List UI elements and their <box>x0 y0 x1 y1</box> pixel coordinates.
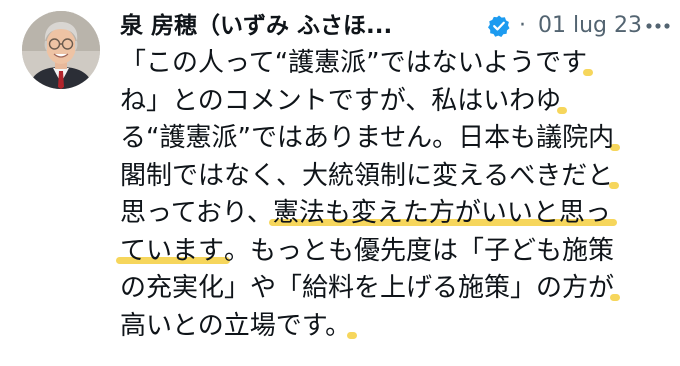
avatar[interactable] <box>22 11 100 89</box>
tweet-text-line: 「この人って“護憲派”ではないようです <box>120 45 670 83</box>
verified-badge-icon <box>488 15 510 37</box>
text-segment: 思っており、 <box>120 198 273 228</box>
tweet-text-line: 閣制ではなく、大統領制に変えるべきだと <box>120 158 670 196</box>
avatar-image <box>22 11 100 89</box>
text-segment: る“護憲派”ではありません。日本も議院内 <box>120 123 615 153</box>
more-options-icon[interactable] <box>643 13 673 39</box>
text-segment: 閣制ではなく、大統領制に変えるべきだと <box>120 160 614 191</box>
text-segment: の充実化」や「給料を上げる施策」の方が <box>120 273 615 303</box>
tweet-date[interactable]: 01 lug 23 <box>538 11 642 41</box>
highlighted-text: 憲法も変えた方がいいと思っ <box>272 198 611 228</box>
tweet-text-line: 高いとの立場です。 <box>120 308 670 346</box>
tweet[interactable]: 泉 房穂（いずみ ふさほ... · 01 lug 23 「この人って“護憲派”で… <box>0 0 680 366</box>
text-segment: 。もっとも優先度は「子ども施策 <box>224 235 615 266</box>
tweet-text: 「この人って“護憲派”ではないようです ね」とのコメントですが、私はいわゆ る“… <box>120 45 670 345</box>
tweet-text-line: の充実化」や「給料を上げる施策」の方が <box>120 270 670 308</box>
text-segment: 「この人って“護憲派”ではないようです <box>120 48 588 78</box>
tweet-text-line: ています。もっとも優先度は「子ども施策 <box>120 233 670 271</box>
tweet-text-line: 思っており、憲法も変えた方がいいと思っ <box>120 195 670 233</box>
tweet-header: 泉 房穂（いずみ ふさほ... · 01 lug 23 <box>120 7 675 47</box>
highlighted-text: ています <box>120 235 225 266</box>
author-name[interactable]: 泉 房穂（いずみ ふさほ... <box>120 11 392 41</box>
text-segment: 高いとの立場です。 <box>120 310 352 341</box>
tweet-text-line: ね」とのコメントですが、私はいわゆ <box>120 83 670 121</box>
tweet-text-line: る“護憲派”ではありません。日本も議院内 <box>120 120 670 158</box>
text-segment: ね」とのコメントですが、私はいわゆ <box>120 85 562 116</box>
header-separator: · <box>519 13 526 38</box>
